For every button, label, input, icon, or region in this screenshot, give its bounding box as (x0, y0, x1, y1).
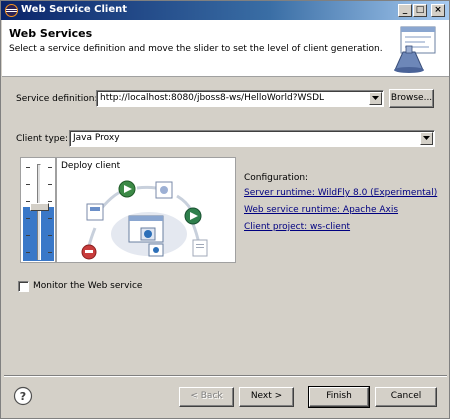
browse-button[interactable]: Browse... (389, 89, 434, 108)
svg-text:?: ? (20, 390, 26, 403)
chevron-down-icon[interactable] (420, 132, 433, 145)
page-title: Web Services (9, 27, 93, 40)
slider-tick (48, 252, 52, 253)
slider-tick (26, 184, 30, 185)
monitor-web-service-checkbox[interactable] (18, 281, 29, 292)
slider-tick (48, 201, 52, 202)
server-runtime-link[interactable]: Server runtime: WildFly 8.0 (Experimenta… (244, 188, 437, 198)
help-icon[interactable]: ? (13, 386, 33, 406)
service-definition-label: Service definition: (16, 94, 98, 104)
service-definition-combo[interactable]: http://localhost:8080/jboss8-ws/HelloWor… (96, 90, 384, 107)
client-type-label: Client type: (16, 134, 69, 144)
slider-track[interactable] (37, 164, 41, 260)
web-service-client-dialog: Web Service Client _ □ × Web Services Se… (0, 0, 450, 419)
slider-tick (48, 218, 52, 219)
slider-tick (26, 252, 30, 253)
slider-thumb[interactable] (30, 203, 49, 211)
next-button[interactable]: Next > (239, 387, 294, 407)
web-service-runtime-link[interactable]: Web service runtime: Apache Axis (244, 205, 398, 215)
finish-button[interactable]: Finish (308, 386, 370, 408)
client-generation-slider[interactable] (20, 157, 56, 263)
page-description: Select a service definition and move the… (9, 44, 383, 54)
button-bar-separator (4, 375, 447, 377)
slider-tick (26, 167, 30, 168)
deploy-client-panel: Deploy client (56, 157, 236, 263)
cancel-button[interactable]: Cancel (375, 387, 437, 407)
slider-tick (48, 235, 52, 236)
service-definition-value: http://localhost:8080/jboss8-ws/HelloWor… (100, 93, 325, 103)
close-button[interactable]: × (431, 4, 445, 17)
title-bar[interactable]: Web Service Client _ □ × (1, 1, 449, 20)
eclipse-icon (5, 4, 18, 17)
wizard-banner-icon (394, 26, 436, 73)
slider-tick (48, 167, 52, 168)
wizard-banner: Web Services Select a service definition… (2, 20, 449, 77)
slider-tick (26, 235, 30, 236)
slider-tick (26, 201, 30, 202)
minimize-button[interactable]: _ (398, 4, 412, 17)
chevron-down-icon[interactable] (369, 92, 382, 105)
slider-tick (48, 184, 52, 185)
back-button[interactable]: < Back (179, 387, 234, 407)
deploy-client-label: Deploy client (61, 161, 121, 171)
maximize-button[interactable]: □ (413, 4, 427, 17)
client-type-combo[interactable]: Java Proxy (69, 130, 435, 147)
window-title: Web Service Client (21, 4, 128, 15)
client-generation-diagram (81, 180, 208, 260)
configuration-heading: Configuration: (244, 173, 309, 183)
client-type-value: Java Proxy (73, 133, 120, 143)
client-project-link[interactable]: Client project: ws-client (244, 222, 350, 232)
monitor-web-service-label[interactable]: Monitor the Web service (33, 281, 142, 291)
slider-tick (26, 218, 30, 219)
